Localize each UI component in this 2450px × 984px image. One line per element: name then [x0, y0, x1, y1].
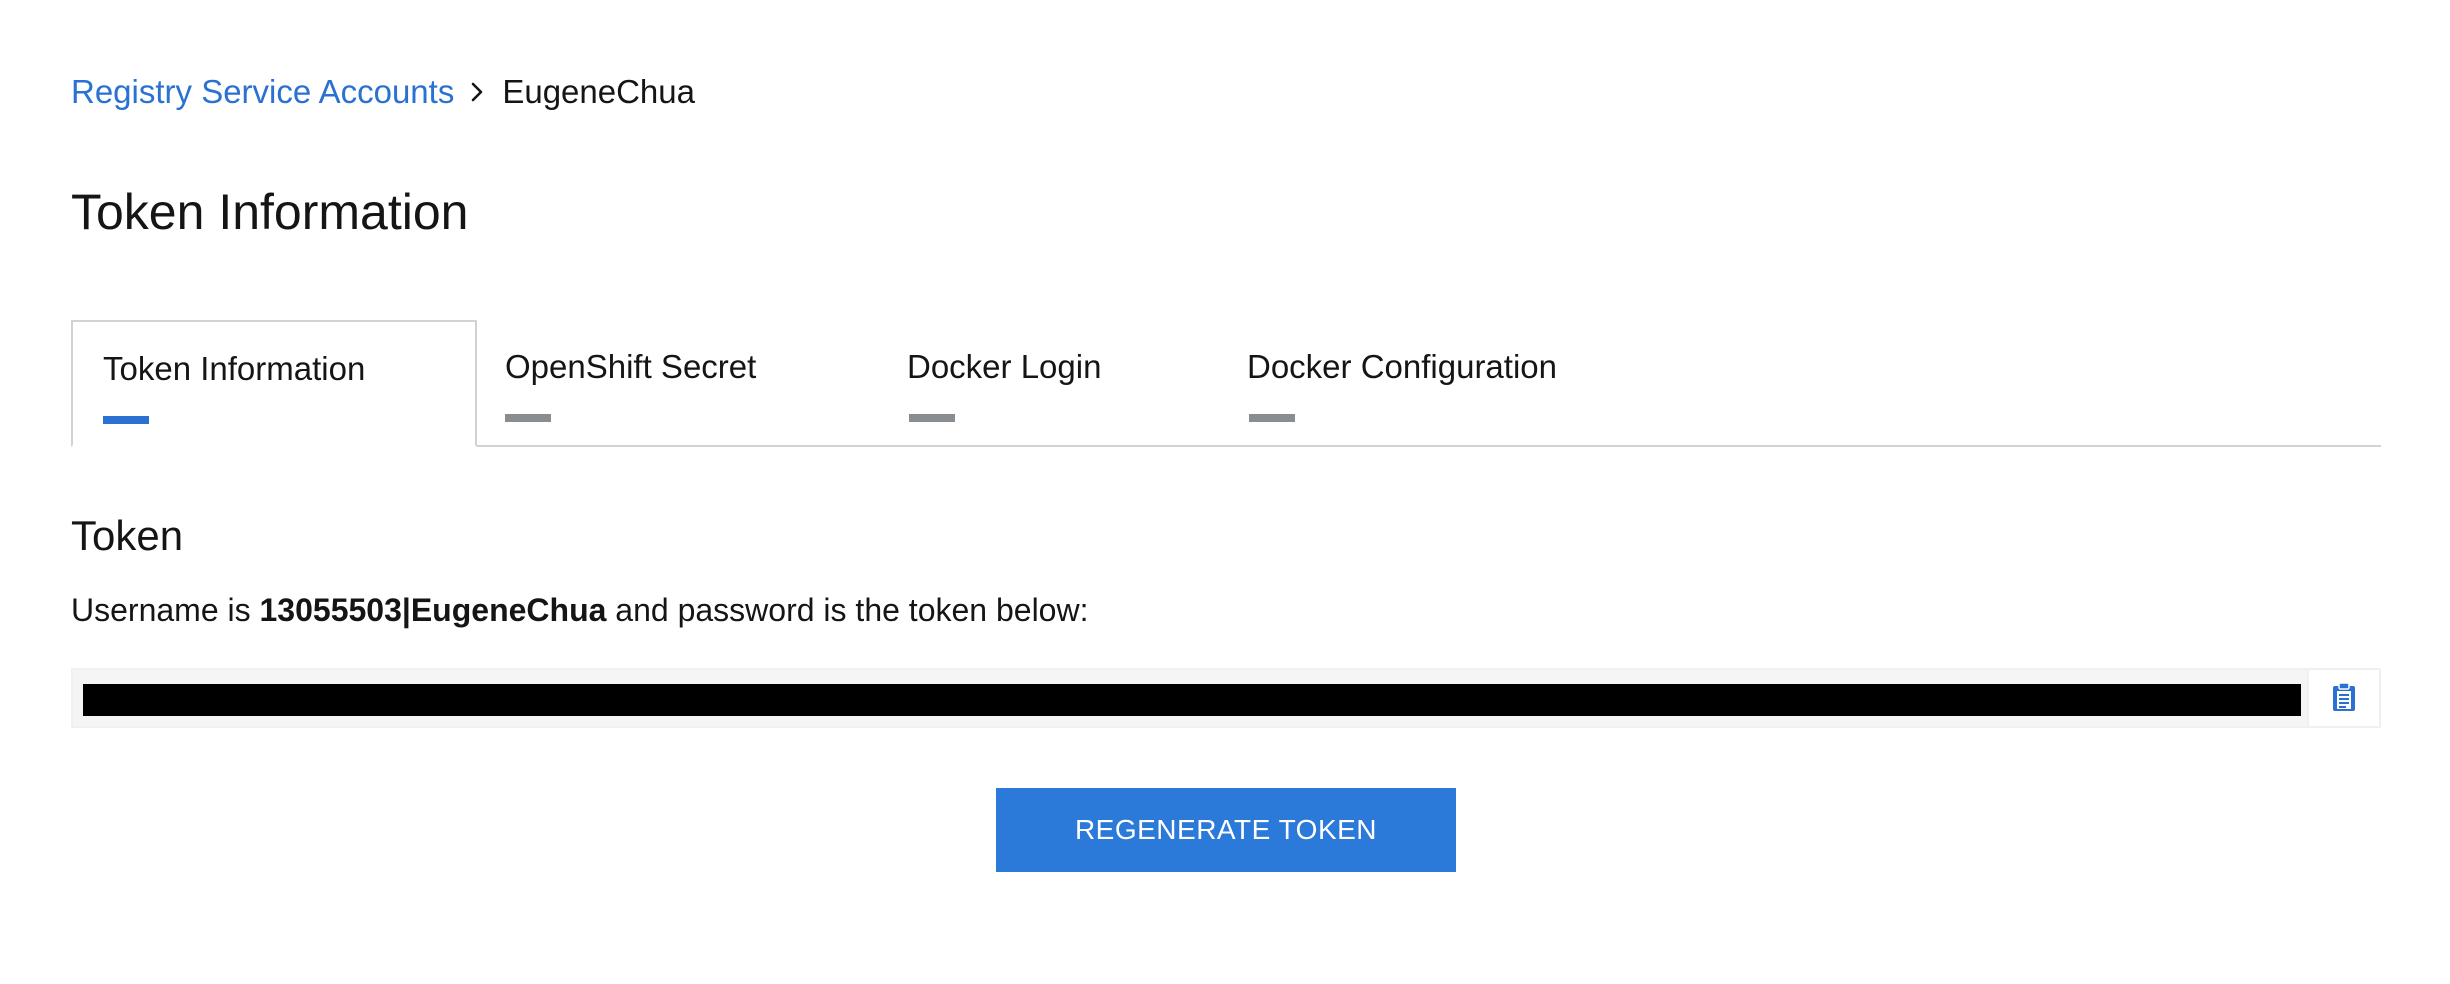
tab-active-indicator [103, 416, 149, 424]
tab-indicator [505, 414, 551, 422]
breadcrumb: Registry Service Accounts EugeneChua [71, 70, 695, 114]
tab-openshift-secret[interactable]: OpenShift Secret [477, 320, 877, 445]
token-field [71, 668, 2381, 728]
token-section-title: Token [71, 512, 184, 559]
token-input[interactable] [73, 670, 2307, 726]
tab-label: Docker Login [907, 348, 1102, 385]
tab-docker-login[interactable]: Docker Login [877, 320, 1217, 445]
page-title: Token Information [71, 184, 469, 240]
tab-label: OpenShift Secret [505, 348, 757, 385]
breadcrumb-current: EugeneChua [502, 73, 695, 110]
copy-token-button[interactable] [2307, 670, 2379, 726]
username-suffix: and password is the token below: [606, 592, 1089, 628]
tab-label: Token Information [103, 350, 366, 387]
username-value: 13055503|EugeneChua [259, 592, 607, 628]
page: Registry Service Accounts EugeneChua Tok… [0, 0, 2450, 984]
tab-indicator [1249, 414, 1295, 422]
token-redaction-bar [83, 684, 2301, 716]
tab-indicator [909, 414, 955, 422]
username-prefix: Username is [71, 592, 260, 628]
tab-label: Docker Configuration [1247, 348, 1557, 385]
username-description: Username is 13055503|EugeneChua and pass… [71, 588, 1088, 632]
chevron-right-icon [470, 80, 484, 104]
tab-bar: Token Information OpenShift Secret Docke… [71, 320, 2381, 447]
tab-token-information[interactable]: Token Information [71, 320, 477, 447]
regenerate-token-button[interactable]: REGENERATE TOKEN [996, 788, 1456, 872]
breadcrumb-link-registry-service-accounts[interactable]: Registry Service Accounts [71, 73, 454, 111]
clipboard-icon [2331, 681, 2357, 716]
tab-docker-configuration[interactable]: Docker Configuration [1217, 320, 1597, 445]
